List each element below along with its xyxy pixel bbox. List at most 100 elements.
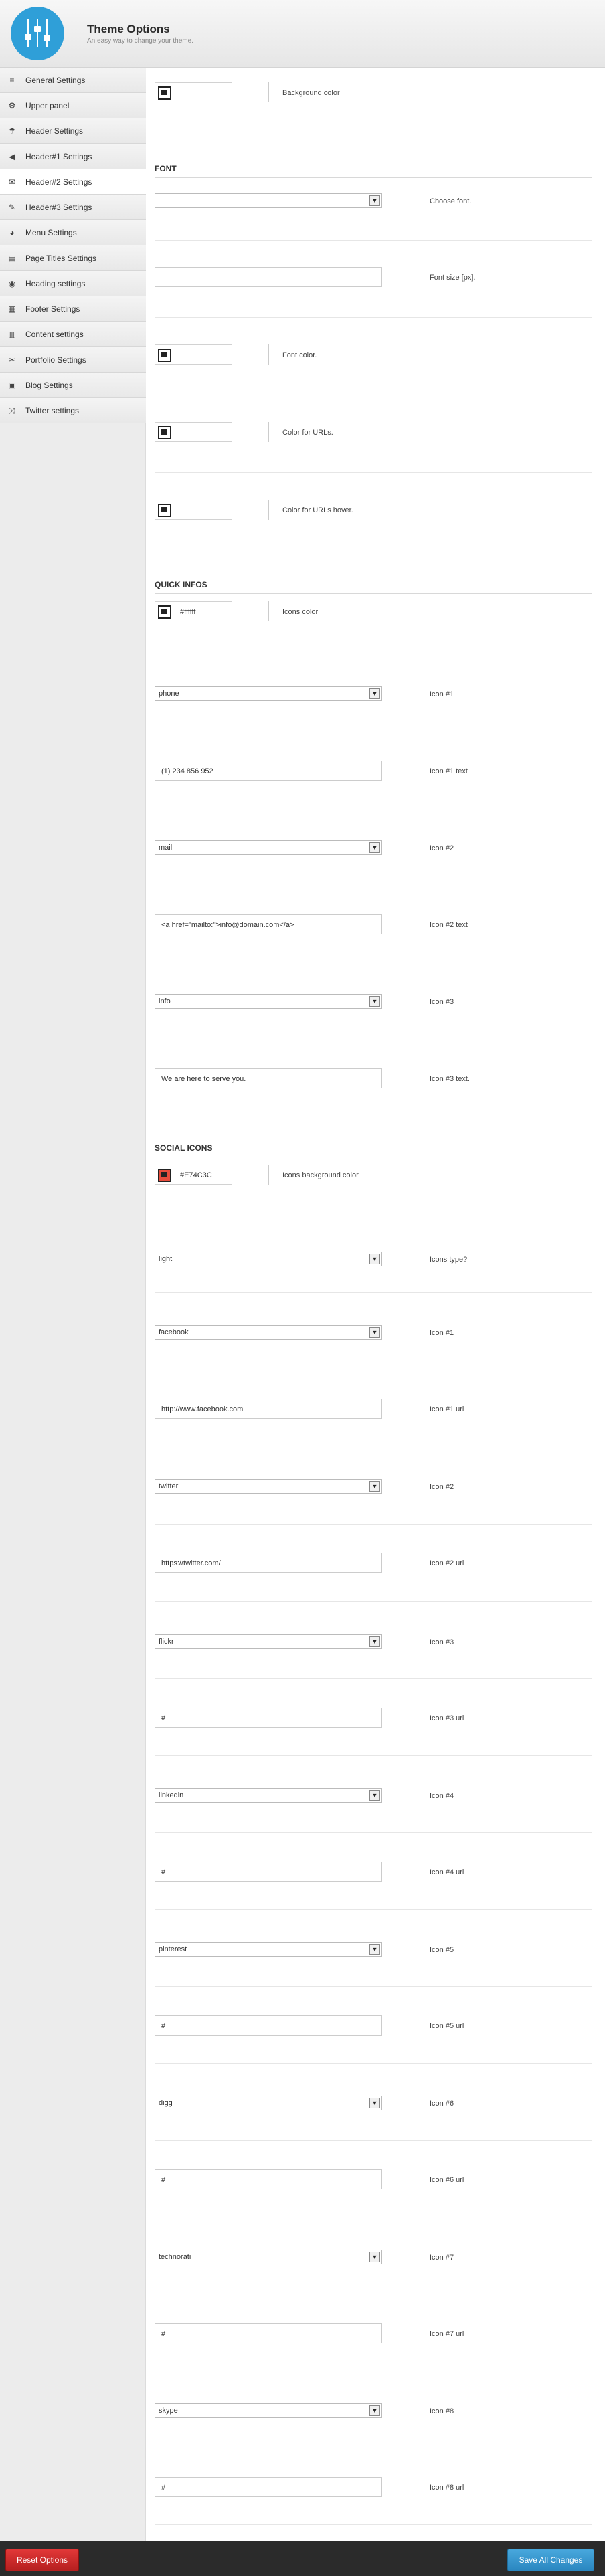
sidebar-item-general[interactable]: ≡ General Settings xyxy=(0,68,146,93)
save-all-changes-button[interactable]: Save All Changes xyxy=(507,2549,594,2571)
option-label: Color for URLs hover. xyxy=(282,506,353,514)
social-icon8-url-input[interactable]: # xyxy=(155,2477,382,2497)
row-divider xyxy=(155,1678,592,1679)
url-color-picker[interactable] xyxy=(155,422,232,442)
option-label: Icon #3 xyxy=(430,1638,454,1646)
chevron-down-icon[interactable]: ▼ xyxy=(369,2098,380,2108)
chevron-down-icon[interactable]: ▼ xyxy=(369,842,380,853)
quick-icon3-select[interactable]: info ▼ xyxy=(155,994,382,1009)
font-select[interactable]: ▼ xyxy=(155,193,382,208)
social-icon6-select[interactable]: digg ▼ xyxy=(155,2096,382,2110)
row-divider xyxy=(155,1909,592,1910)
select-value: technorati xyxy=(159,2253,191,2261)
color-swatch[interactable] xyxy=(158,605,171,619)
social-icon1-select[interactable]: facebook ▼ xyxy=(155,1325,382,1340)
social-icon4-url-input[interactable]: # xyxy=(155,1862,382,1882)
chevron-down-icon[interactable]: ▼ xyxy=(369,1790,380,1801)
quick-icon2-select[interactable]: mail ▼ xyxy=(155,840,382,855)
row-divider xyxy=(155,240,592,241)
row-divider xyxy=(155,2524,592,2525)
option-label: Icon #8 xyxy=(430,2407,454,2415)
social-icon5-url-input[interactable]: # xyxy=(155,2015,382,2036)
header: Theme Options An easy way to change your… xyxy=(0,0,605,68)
option-label: Icon #2 text xyxy=(430,921,468,929)
social-icon3-select[interactable]: flickr ▼ xyxy=(155,1634,382,1649)
option-label: Icon #4 url xyxy=(430,1868,464,1876)
input-value: https://twitter.com/ xyxy=(161,1559,221,1567)
divider xyxy=(268,601,269,621)
sidebar-item-footer[interactable]: ▦ Footer Settings xyxy=(0,296,146,322)
chevron-down-icon[interactable]: ▼ xyxy=(369,2405,380,2416)
quick-icon3-text-input[interactable]: We are here to serve you. xyxy=(155,1068,382,1088)
option-label: Icon #5 xyxy=(430,1946,454,1954)
footer-icon: ▦ xyxy=(8,304,16,314)
social-icon2-url-input[interactable]: https://twitter.com/ xyxy=(155,1553,382,1573)
sidebar-item-label: General Settings xyxy=(25,76,86,85)
option-label: Icon #7 url xyxy=(430,2330,464,2338)
select-value: facebook xyxy=(159,1328,189,1336)
option-label: Background color xyxy=(282,89,340,97)
chevron-down-icon[interactable]: ▼ xyxy=(369,1254,380,1264)
icons-color-picker[interactable]: #ffffff xyxy=(155,601,232,621)
social-icon8-select[interactable]: skype ▼ xyxy=(155,2403,382,2418)
sidebar-item-blog[interactable]: ▣ Blog Settings xyxy=(0,373,146,398)
sidebar-item-content[interactable]: ▥ Content settings xyxy=(0,322,146,347)
chevron-down-icon[interactable]: ▼ xyxy=(369,1944,380,1955)
social-icon7-url-input[interactable]: # xyxy=(155,2323,382,2343)
social-icon5-select[interactable]: pinterest ▼ xyxy=(155,1942,382,1957)
sidebar-item-heading[interactable]: ◉ Heading settings xyxy=(0,271,146,296)
social-icon2-select[interactable]: twitter ▼ xyxy=(155,1479,382,1494)
social-icon1-url-input[interactable]: http://www.facebook.com xyxy=(155,1399,382,1419)
sidebar-item-header2[interactable]: ✉ Header#2 Settings xyxy=(0,169,146,195)
sidebar-item-twitter[interactable]: ⤨ Twitter settings xyxy=(0,398,146,423)
color-swatch[interactable] xyxy=(158,426,171,439)
chevron-down-icon[interactable]: ▼ xyxy=(369,688,380,699)
chevron-down-icon[interactable]: ▼ xyxy=(369,2252,380,2262)
font-size-input[interactable] xyxy=(155,267,382,287)
font-color-picker[interactable] xyxy=(155,344,232,365)
social-bg-color-picker[interactable]: #E74C3C xyxy=(155,1165,232,1185)
social-icon4-select[interactable]: linkedin ▼ xyxy=(155,1788,382,1803)
chevron-down-icon[interactable]: ▼ xyxy=(369,1636,380,1647)
color-value[interactable]: #ffffff xyxy=(180,608,195,616)
social-icon7-select[interactable]: technorati ▼ xyxy=(155,2250,382,2264)
social-type-select[interactable]: light ▼ xyxy=(155,1252,382,1266)
social-icon6-url-input[interactable]: # xyxy=(155,2169,382,2189)
option-label: Icons color xyxy=(282,608,319,616)
input-value: <a href="mailto:">info@domain.com</a> xyxy=(161,921,294,929)
chevron-down-icon[interactable]: ▼ xyxy=(369,1327,380,1338)
reset-options-button[interactable]: Reset Options xyxy=(5,2549,79,2571)
gear-icon: ⚙ xyxy=(8,101,16,110)
option-label: Icons background color xyxy=(282,1171,359,1179)
color-swatch[interactable] xyxy=(158,86,171,100)
url-hover-color-picker[interactable] xyxy=(155,500,232,520)
select-value: twitter xyxy=(159,1482,179,1490)
chevron-down-icon[interactable]: ▼ xyxy=(369,1481,380,1492)
sidebar-item-portfolio[interactable]: ✂ Portfolio Settings xyxy=(0,347,146,373)
color-swatch[interactable] xyxy=(158,1169,171,1182)
bg-color-picker[interactable] xyxy=(155,82,232,102)
color-swatch[interactable] xyxy=(158,349,171,362)
divider xyxy=(268,82,269,102)
chevron-down-icon[interactable]: ▼ xyxy=(369,195,380,206)
social-icon3-url-input[interactable]: # xyxy=(155,1708,382,1728)
sidebar-item-header[interactable]: ☂ Header Settings xyxy=(0,118,146,144)
quick-icon2-text-input[interactable]: <a href="mailto:">info@domain.com</a> xyxy=(155,914,382,934)
select-value: phone xyxy=(159,690,179,698)
chevron-down-icon[interactable]: ▼ xyxy=(369,996,380,1007)
sidebar-item-label: Header#2 Settings xyxy=(25,177,92,187)
option-label: Icon #2 xyxy=(430,844,454,852)
sidebar-item-header1[interactable]: ◀ Header#1 Settings xyxy=(0,144,146,169)
quick-icon1-select[interactable]: phone ▼ xyxy=(155,686,382,701)
option-label: Choose font. xyxy=(430,197,472,205)
quick-icon1-text-input[interactable]: (1) 234 856 952 xyxy=(155,761,382,781)
sidebar-item-menu[interactable]: ◕ Menu Settings xyxy=(0,220,146,245)
divider xyxy=(268,500,269,520)
color-swatch[interactable] xyxy=(158,504,171,517)
sidebar-item-page-titles[interactable]: ▤ Page Titles Settings xyxy=(0,245,146,271)
color-value[interactable]: #E74C3C xyxy=(180,1171,212,1179)
sidebar-item-label: Menu Settings xyxy=(25,228,77,237)
sidebar-item-header3[interactable]: ✎ Header#3 Settings xyxy=(0,195,146,220)
sidebar-item-upper-panel[interactable]: ⚙ Upper panel xyxy=(0,93,146,118)
option-label: Icon #6 url xyxy=(430,2176,464,2184)
